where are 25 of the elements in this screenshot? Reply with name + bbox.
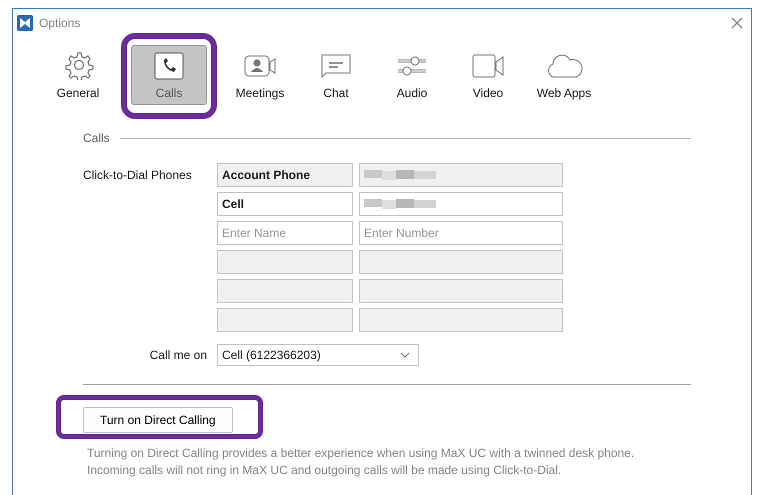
name-field[interactable]: Cell xyxy=(217,192,353,216)
number-field[interactable] xyxy=(359,192,563,216)
phone-icon xyxy=(154,52,184,80)
options-tab[interactable]: Chat xyxy=(301,45,371,105)
options-tab[interactable]: Audio xyxy=(377,45,447,105)
cloud-icon xyxy=(545,52,583,80)
name-field[interactable]: Enter Name xyxy=(217,221,353,245)
options-tab[interactable]: Video xyxy=(453,45,523,105)
options-tab[interactable]: General xyxy=(43,45,113,105)
phone-dropdown[interactable]: Cell (6122366203) xyxy=(217,344,419,366)
options-tab[interactable]: Web Apps xyxy=(529,45,599,105)
app-logo-icon xyxy=(17,15,33,31)
chevron-down-icon xyxy=(400,352,410,358)
video-camera-icon xyxy=(471,52,505,80)
chat-bubble-icon xyxy=(319,52,353,80)
description-text: Turning on Direct Calling provides a better experience when using MaX UC with a twinned desk phone. Incoming calls will not ring in MaX UC and outgoing calls will be made using Click-to-Dial. xyxy=(87,445,636,479)
window-title: Options xyxy=(39,16,82,30)
direct-calling-button[interactable]: Turn on Direct Calling xyxy=(83,407,233,433)
close-icon[interactable] xyxy=(731,17,743,29)
number-field[interactable]: Enter Number xyxy=(359,221,563,245)
field-label: Call me on xyxy=(148,348,207,362)
options-tab[interactable]: Calls xyxy=(131,45,207,105)
options-tab[interactable]: Meetings xyxy=(225,45,295,105)
field-label: Click-to-Dial Phones xyxy=(83,167,193,184)
section-title: Calls xyxy=(83,131,110,145)
